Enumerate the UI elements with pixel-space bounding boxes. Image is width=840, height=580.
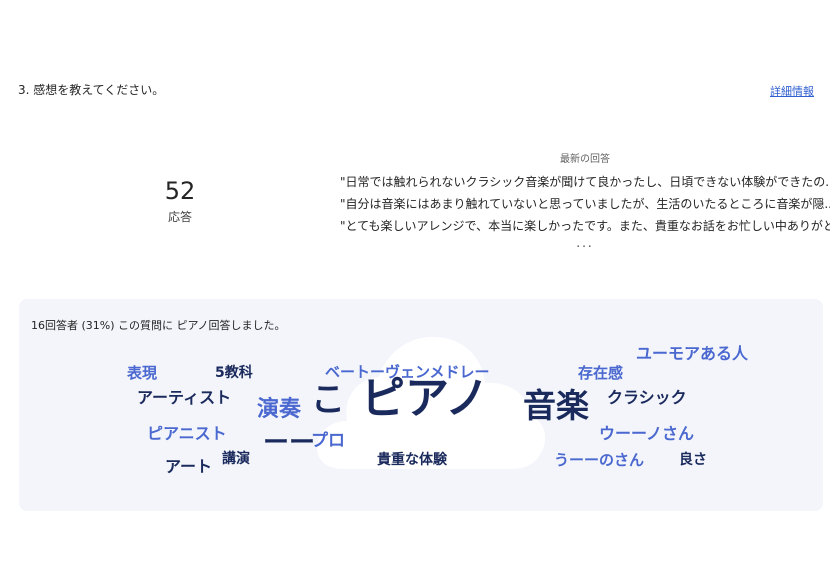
latest-response-item: "自分は音楽にはあまり触れていないと思っていましたが、生活のいたるところに音楽が… bbox=[340, 197, 830, 211]
word-cloud-term[interactable]: 存在感 bbox=[578, 366, 623, 381]
details-link[interactable]: 詳細情報 bbox=[770, 83, 814, 99]
word-cloud-term[interactable]: アート bbox=[165, 459, 212, 475]
word-cloud-term[interactable]: ユーモアある人 bbox=[636, 346, 748, 362]
question-title: 3. 感想を教えてください。 bbox=[18, 83, 165, 97]
latest-responses-heading: 最新の回答 bbox=[560, 154, 610, 165]
word-cloud-term[interactable]: 良さ bbox=[679, 453, 707, 467]
latest-response-item: "日常では触れられないクラシック音楽が聞けて良かったし、日頃できない体験ができた… bbox=[340, 175, 830, 189]
word-cloud-term[interactable]: アーティスト bbox=[137, 390, 231, 406]
word-cloud-term[interactable]: 貴重な体験 bbox=[377, 453, 447, 467]
word-cloud-term[interactable]: クラシック bbox=[607, 390, 687, 406]
word-cloud-term[interactable]: 演奏 bbox=[257, 399, 301, 421]
word-cloud-term[interactable]: ウーーノさん bbox=[599, 426, 694, 442]
latest-responses: 最新の回答 "日常では触れられないクラシック音楽が聞けて良かったし、日頃できない… bbox=[340, 150, 830, 249]
word-cloud-term[interactable]: プロ bbox=[311, 433, 345, 450]
word-cloud-term[interactable]: 音楽 bbox=[523, 389, 589, 422]
latest-response-item: "とても楽しいアレンジで、本当に楽しかったです。また、貴重なお話をお忙しい中あり… bbox=[340, 219, 830, 233]
word-cloud-term[interactable]: ピアノ bbox=[361, 377, 489, 421]
more-responses-ellipsis[interactable]: ... bbox=[340, 237, 830, 249]
response-summary-page: 3. 感想を教えてください。 詳細情報 52 応答 最新の回答 "日常では触れら… bbox=[0, 0, 840, 580]
word-cloud-term[interactable]: うーーのさん bbox=[554, 453, 644, 468]
response-count: 52 bbox=[164, 177, 196, 205]
word-cloud-term[interactable]: ピアニスト bbox=[147, 426, 227, 442]
word-cloud-term[interactable]: 講演 bbox=[222, 452, 250, 466]
response-count-label: 応答 bbox=[167, 210, 192, 224]
word-cloud-term[interactable]: ーー bbox=[263, 430, 315, 456]
word-cloud-caption: 16回答者 (31%) この質問に ピアノ回答しました。 bbox=[31, 319, 286, 332]
word-cloud-term[interactable]: 表現 bbox=[127, 366, 157, 381]
word-cloud-term[interactable]: 5教科 bbox=[215, 366, 253, 380]
word-cloud-card: 16回答者 (31%) この質問に ピアノ回答しました。 表現 5教科 ベートー… bbox=[19, 299, 823, 511]
word-cloud-term[interactable]: こ bbox=[311, 383, 345, 417]
response-count-summary: 52 応答 bbox=[120, 176, 240, 225]
